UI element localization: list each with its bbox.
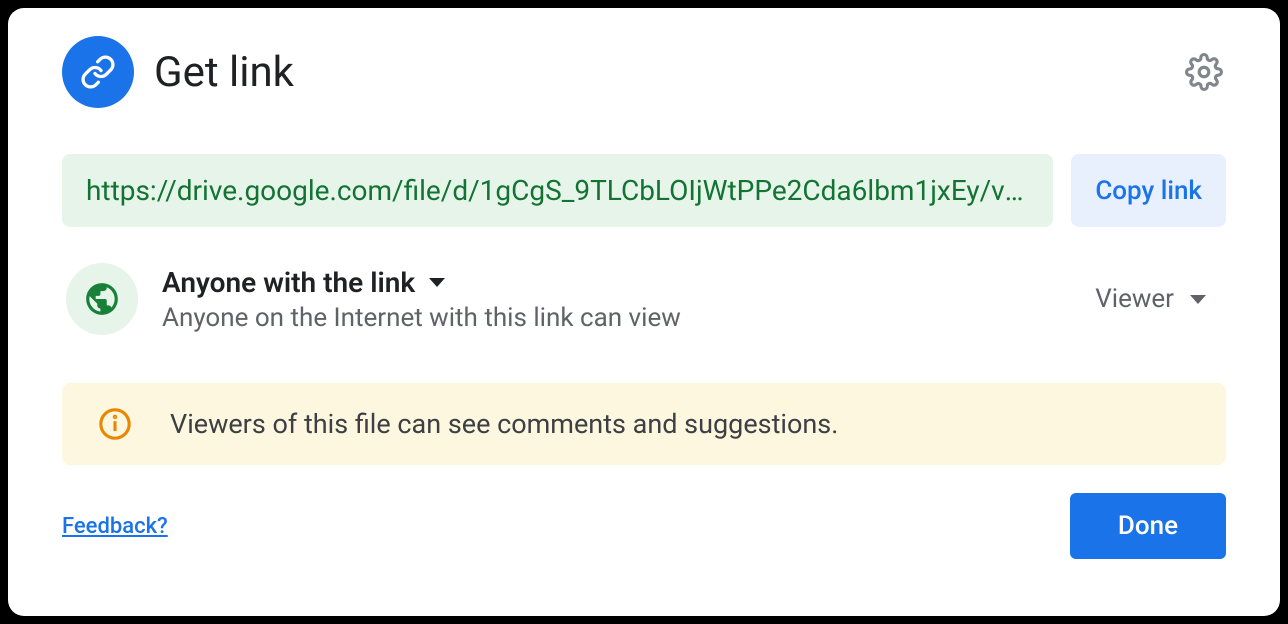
access-scope-label: Anyone with the link (162, 266, 415, 299)
access-text-group: Anyone with the link Anyone on the Inter… (162, 266, 1059, 333)
link-row: https://drive.google.com/file/d/1gCgS_9T… (62, 154, 1226, 227)
info-message: Viewers of this file can see comments an… (170, 408, 838, 440)
access-row: Anyone with the link Anyone on the Inter… (62, 263, 1226, 335)
role-label: Viewer (1095, 284, 1174, 314)
info-banner: Viewers of this file can see comments an… (62, 383, 1226, 465)
dialog-header: Get link (62, 36, 1226, 108)
settings-button[interactable] (1182, 50, 1226, 94)
done-button[interactable]: Done (1070, 493, 1226, 559)
access-description: Anyone on the Internet with this link ca… (162, 303, 1059, 333)
dialog-footer: Feedback? Done (62, 493, 1226, 559)
info-icon (98, 407, 132, 441)
access-scope-dropdown[interactable]: Anyone with the link (162, 266, 1059, 299)
role-dropdown[interactable]: Viewer (1083, 276, 1218, 322)
get-link-dialog: Get link https://drive.google.com/file/d… (8, 8, 1280, 616)
gear-icon (1185, 53, 1223, 91)
link-url-field[interactable]: https://drive.google.com/file/d/1gCgS_9T… (62, 154, 1053, 227)
globe-icon (66, 263, 138, 335)
feedback-link[interactable]: Feedback? (62, 514, 168, 539)
chevron-down-icon (429, 278, 445, 287)
dialog-title: Get link (154, 48, 1162, 97)
chevron-down-icon (1190, 295, 1206, 304)
copy-link-button[interactable]: Copy link (1071, 154, 1226, 227)
link-icon (62, 36, 134, 108)
